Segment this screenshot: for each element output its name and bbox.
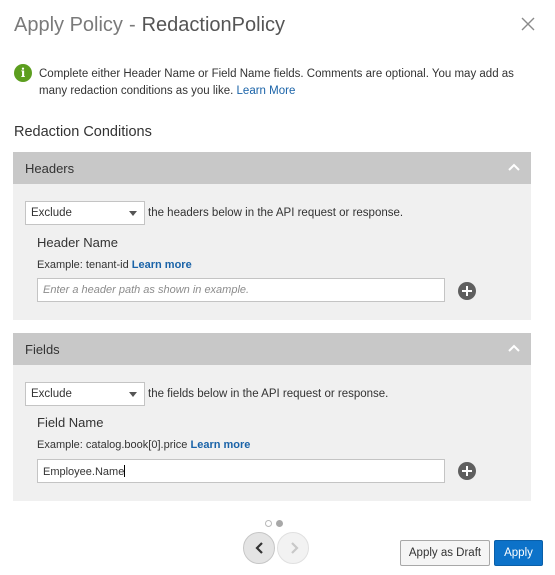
dialog-title-row: Apply Policy - RedactionPolicy <box>14 14 285 44</box>
fields-action-select[interactable]: Exclude <box>25 382 145 406</box>
dialog-title: Apply Policy <box>14 14 123 36</box>
policy-name: RedactionPolicy <box>141 14 286 36</box>
fields-select-value: Exclude <box>31 388 72 400</box>
text-cursor <box>124 465 126 477</box>
dropdown-caret-icon <box>129 211 137 216</box>
title-separator: - <box>128 14 136 36</box>
learn-more-link[interactable]: Learn More <box>237 85 296 97</box>
plus-circle-icon[interactable] <box>458 462 476 480</box>
next-button[interactable] <box>277 532 309 564</box>
chevron-right-icon <box>291 542 299 554</box>
header-example-text: Example: tenant-id <box>37 259 129 271</box>
fields-panel: Fields Exclude the fields below in the A… <box>13 333 531 501</box>
apply-as-draft-button[interactable]: Apply as Draft <box>400 540 490 566</box>
field-example: Example: catalog.book[0].price Learn mor… <box>37 439 250 451</box>
chevron-up-icon[interactable] <box>507 160 521 174</box>
field-example-text: Example: catalog.book[0].price <box>37 439 188 451</box>
dropdown-caret-icon <box>129 392 137 397</box>
header-name-input[interactable]: Enter a header path as shown in example. <box>37 278 445 302</box>
headers-select-value: Exclude <box>31 207 72 219</box>
fields-panel-title: Fields <box>25 342 60 357</box>
headers-select-suffix: the headers below in the API request or … <box>148 207 404 219</box>
field-name-label: Field Name <box>37 415 104 430</box>
close-icon[interactable] <box>517 13 539 35</box>
previous-button[interactable] <box>243 532 275 564</box>
info-text: Complete either Header Name or Field Nam… <box>39 66 539 100</box>
apply-button[interactable]: Apply <box>494 540 543 566</box>
fields-panel-header[interactable]: Fields <box>13 333 531 365</box>
header-learn-more-link[interactable]: Learn more <box>132 259 192 271</box>
field-name-input[interactable]: Employee.Name <box>37 459 445 483</box>
headers-panel-header[interactable]: Headers <box>13 152 531 184</box>
header-example: Example: tenant-id Learn more <box>37 259 192 271</box>
fields-select-suffix: the fields below in the API request or r… <box>148 388 389 400</box>
pager-dot-2[interactable] <box>276 520 283 527</box>
pager-dot-1[interactable] <box>265 520 272 527</box>
chevron-left-icon <box>255 542 263 554</box>
headers-panel-title: Headers <box>25 161 75 176</box>
header-name-label: Header Name <box>37 235 118 250</box>
plus-circle-icon[interactable] <box>458 282 476 300</box>
headers-action-select[interactable]: Exclude <box>25 201 145 225</box>
section-title: Redaction Conditions <box>14 124 152 140</box>
chevron-up-icon[interactable] <box>507 341 521 355</box>
info-icon: i <box>14 64 32 82</box>
headers-panel: Headers Exclude the headers below in the… <box>13 152 531 320</box>
field-name-value: Employee.Name <box>43 466 125 478</box>
field-learn-more-link[interactable]: Learn more <box>190 439 250 451</box>
apply-policy-dialog: Apply Policy - RedactionPolicy i Complet… <box>0 0 555 575</box>
